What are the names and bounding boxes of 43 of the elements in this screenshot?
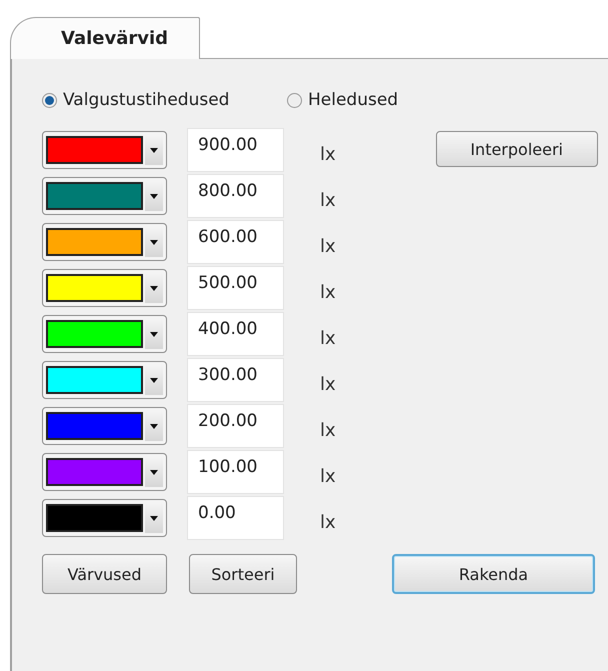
caret-icon [150,470,158,474]
value-field[interactable]: 600.00 [187,220,284,264]
value-field[interactable]: 400.00 [187,312,284,356]
action-button[interactable]: Sorteeri [189,554,297,594]
radio-option[interactable]: Heledused [287,90,532,110]
unit-label: lx [320,464,336,486]
action-button[interactable]: Rakenda [392,554,595,594]
color-dropdown[interactable] [42,177,167,215]
value-field[interactable]: 100.00 [187,450,284,494]
unit-label: lx [320,418,336,440]
caret-icon [150,424,158,428]
caret-icon [150,194,158,198]
value-field[interactable]: 0.00 [187,496,284,540]
color-dropdown[interactable] [42,131,167,169]
color-dropdown[interactable] [42,315,167,353]
tab[interactable]: Valevärvid [10,17,200,59]
caret-icon [150,240,158,244]
unit-label: lx [320,326,336,348]
value-field[interactable]: 800.00 [187,174,284,218]
color-dropdown[interactable] [42,361,167,399]
interpolate-button[interactable]: Interpoleeri [436,131,598,167]
color-dropdown[interactable] [42,223,167,261]
unit-label: lx [320,280,336,302]
color-dropdown[interactable] [42,453,167,491]
caret-icon [150,378,158,382]
color-dropdown[interactable] [42,499,167,537]
unit-label: lx [320,234,336,256]
unit-label: lx [320,510,336,532]
caret-icon [150,332,158,336]
unit-label: lx [320,372,336,394]
caret-icon [150,148,158,152]
value-field[interactable]: 900.00 [187,128,284,172]
value-field[interactable]: 500.00 [187,266,284,310]
caret-icon [150,516,158,520]
unit-label: lx [320,188,336,210]
unit-label: lx [320,142,336,164]
value-field[interactable]: 200.00 [187,404,284,448]
value-field[interactable]: 300.00 [187,358,284,402]
color-dropdown[interactable] [42,269,167,307]
radio-option[interactable]: Valgustustihedused [42,90,287,110]
caret-icon [150,286,158,290]
color-dropdown[interactable] [42,407,167,445]
action-button[interactable]: Värvused [42,554,167,594]
